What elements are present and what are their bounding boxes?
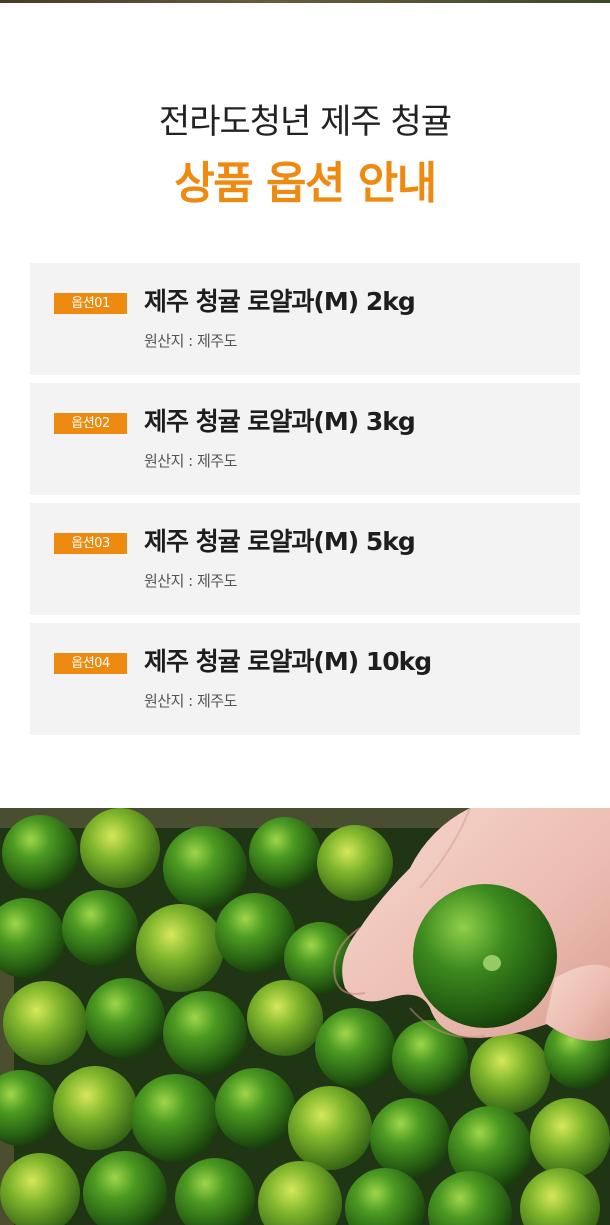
option-name: 제주 청귤 로얄과(M) 10kg [144,647,432,676]
top-photo-strip [0,0,610,3]
option-card-1: 옵션01 제주 청귤 로얄과(M) 2kg 원산지 : 제주도 [30,263,580,375]
option-card-2: 옵션02 제주 청귤 로얄과(M) 3kg 원산지 : 제주도 [30,383,580,495]
option-badge: 옵션01 [54,293,127,314]
option-origin: 원산지 : 제주도 [144,332,237,350]
option-badge: 옵션03 [54,533,127,554]
option-name: 제주 청귤 로얄과(M) 5kg [144,527,416,556]
option-origin: 원산지 : 제주도 [144,572,237,590]
page-headline: 전라도청년 제주 청귤 [158,102,452,142]
green-tangerines-illustration [0,808,610,1225]
option-name: 제주 청귤 로얄과(M) 2kg [144,287,416,316]
page-subheadline: 상품 옵션 안내 [174,158,437,209]
option-card-3: 옵션03 제주 청귤 로얄과(M) 5kg 원산지 : 제주도 [30,503,580,615]
option-card-4: 옵션04 제주 청귤 로얄과(M) 10kg 원산지 : 제주도 [30,623,580,735]
option-list: 옵션01 제주 청귤 로얄과(M) 2kg 원산지 : 제주도 옵션02 제주 … [30,263,580,743]
option-name: 제주 청귤 로얄과(M) 3kg [144,407,416,436]
option-badge: 옵션02 [54,413,127,434]
green-tangerines-photo [0,808,610,1225]
option-origin: 원산지 : 제주도 [144,692,237,710]
option-origin: 원산지 : 제주도 [144,452,237,470]
option-badge: 옵션04 [54,653,127,674]
